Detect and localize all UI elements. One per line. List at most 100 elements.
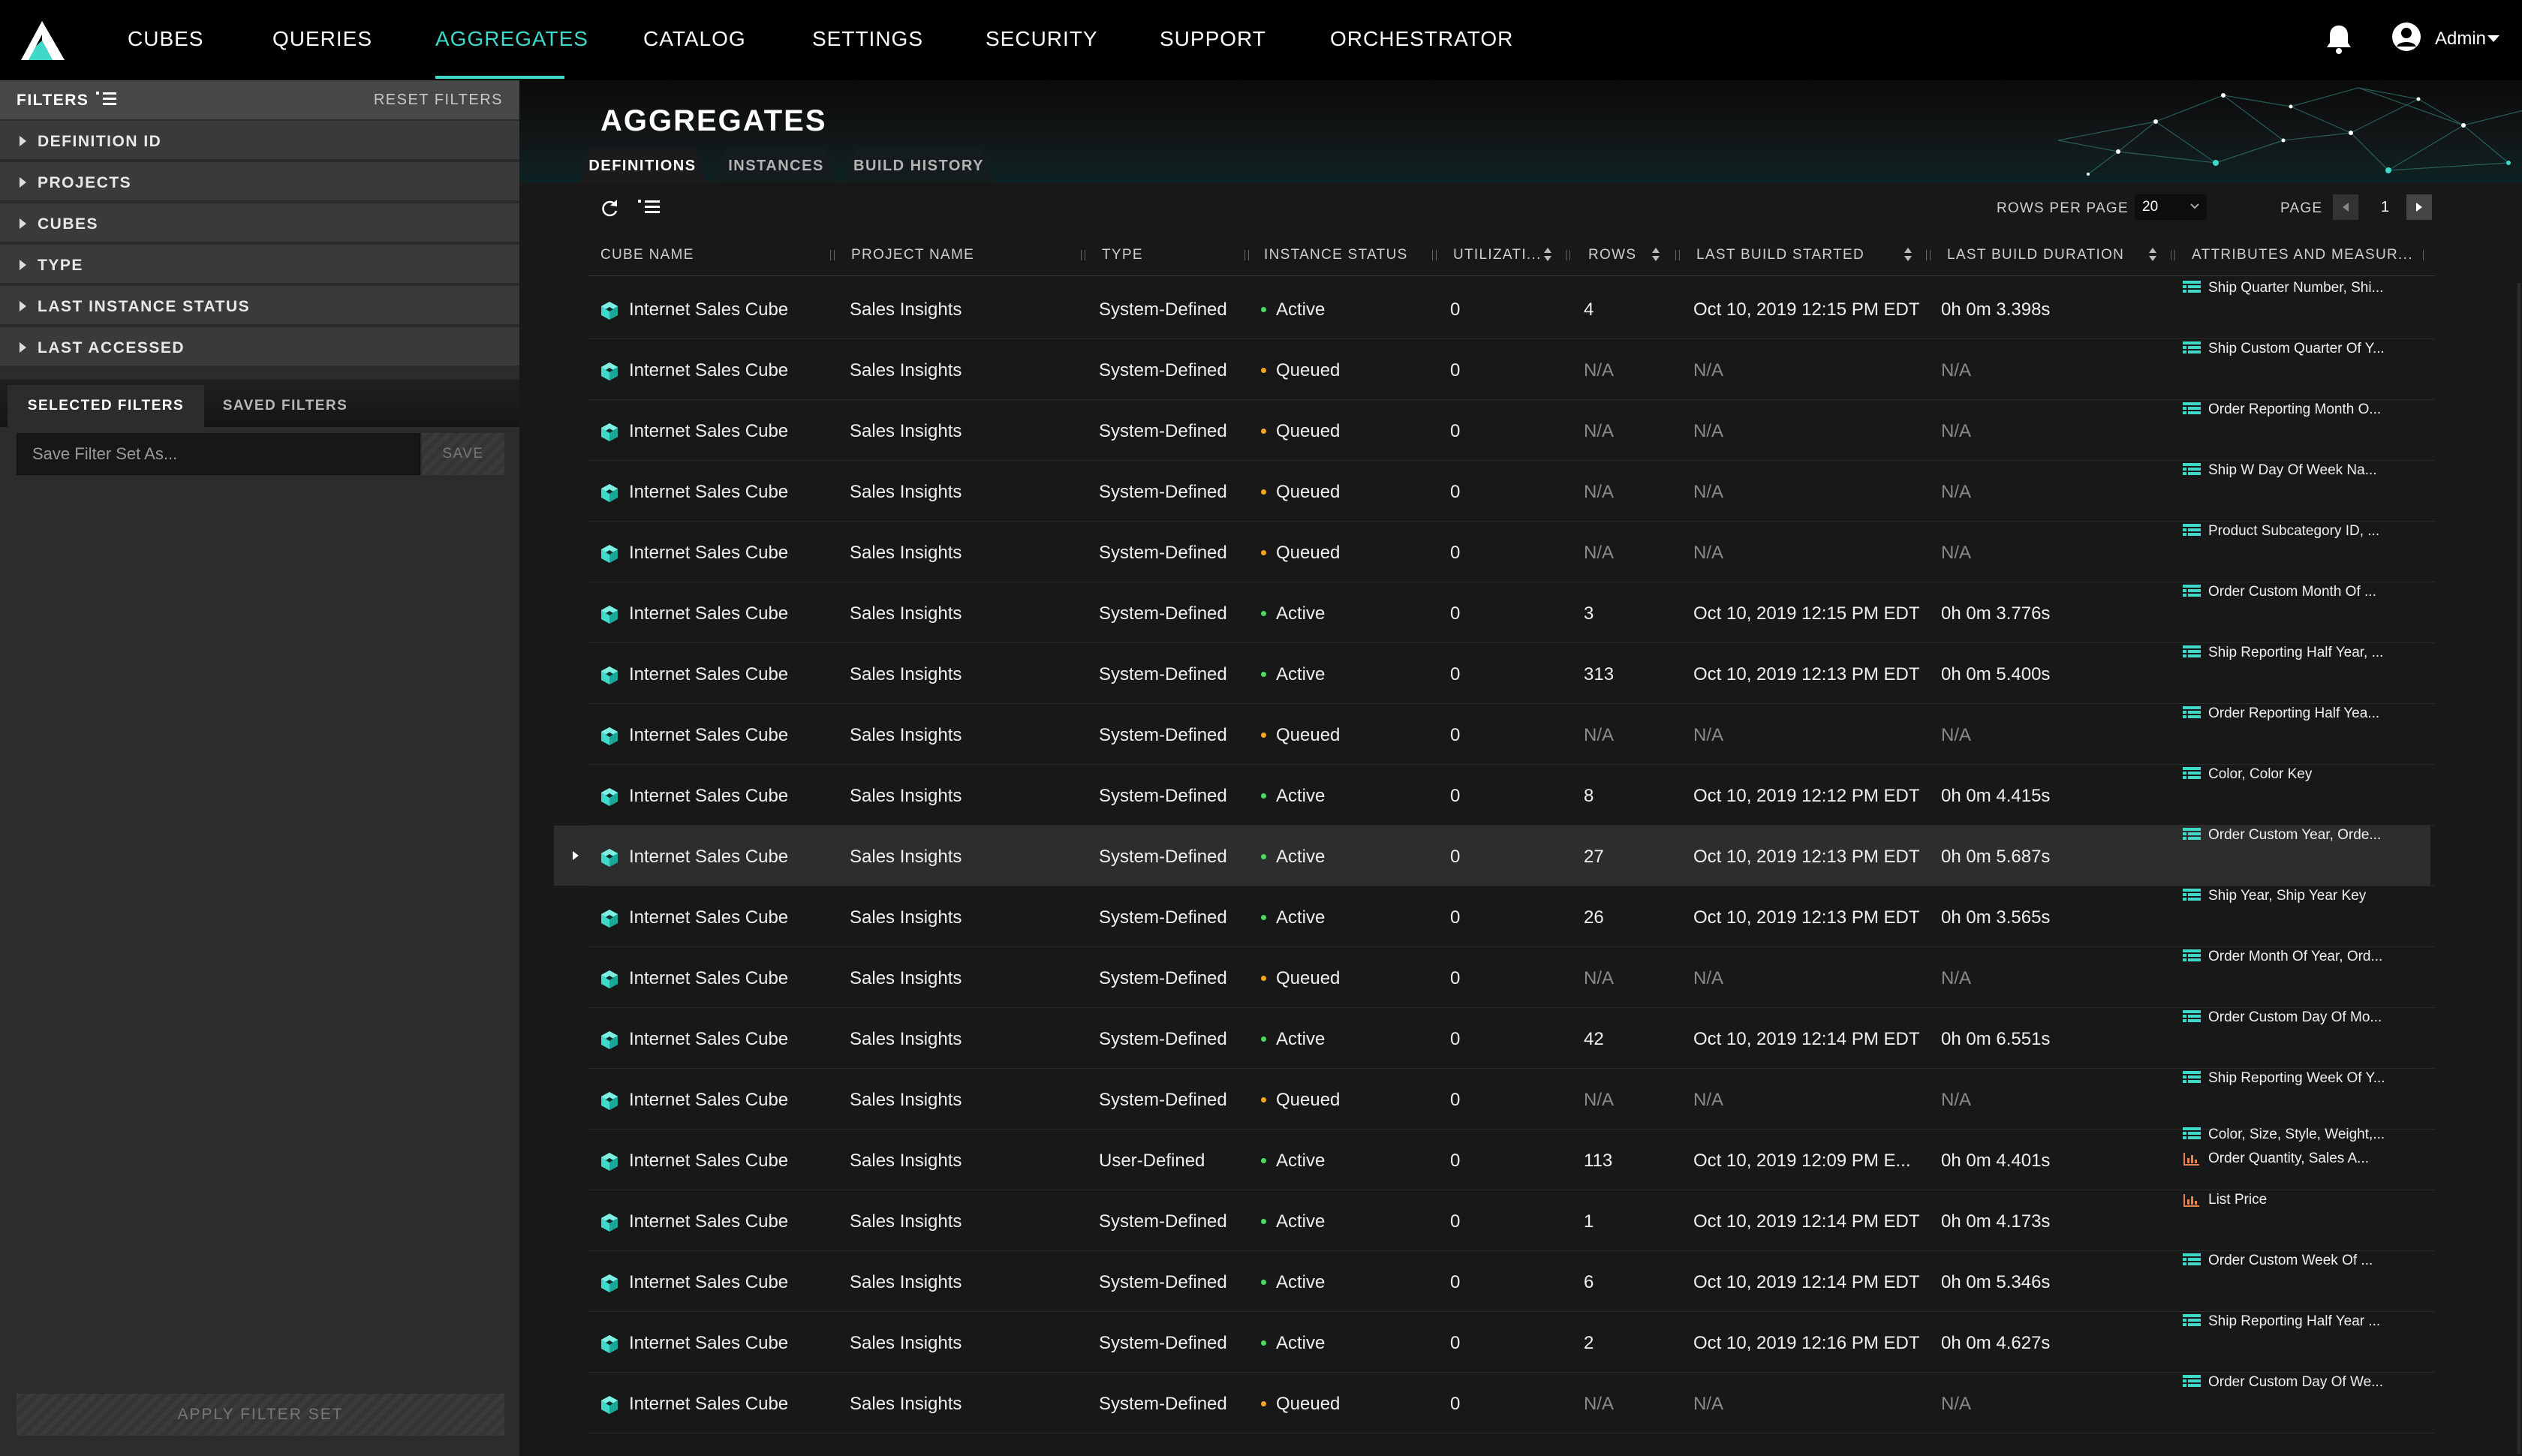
column-resize-handle[interactable]	[2423, 250, 2427, 260]
measures-cell[interactable]: List Price	[2183, 1192, 2267, 1208]
table-row[interactable]: Internet Sales Cube Sales Insights System-…	[519, 1251, 2522, 1312]
table-row[interactable]: Internet Sales Cube Sales Insights System-…	[519, 522, 2522, 582]
apply-filter-set-button[interactable]: APPLY FILTER SET	[17, 1394, 504, 1436]
attributes-cell[interactable]: Order Reporting Half Yea...	[2183, 705, 2379, 722]
user-icon[interactable]	[2391, 22, 2421, 52]
attributes-cell[interactable]: Ship Reporting Half Year, ...	[2183, 645, 2383, 661]
table-row[interactable]: Internet Sales Cube Sales Insights System-…	[519, 1312, 2522, 1373]
attributes-cell[interactable]: Order Custom Day Of Mo...	[2183, 1009, 2382, 1026]
table-row[interactable]: Internet Sales Cube Sales Insights System-…	[519, 278, 2522, 339]
table-row[interactable]: Internet Sales Cube Sales Insights System-…	[519, 461, 2522, 522]
attributes-cell[interactable]: Color, Color Key	[2183, 766, 2312, 783]
table-row[interactable]: Internet Sales Cube Sales Insights System-…	[519, 704, 2522, 765]
attributes-cell[interactable]: Order Custom Day Of We...	[2183, 1374, 2383, 1391]
logo-icon[interactable]	[18, 20, 66, 62]
rows-per-page-select[interactable]: 20	[2135, 194, 2207, 220]
save-button[interactable]: SAVE	[422, 433, 504, 475]
cube-name-cell[interactable]: Internet Sales Cube	[629, 907, 788, 928]
column-resize-handle[interactable]	[1926, 250, 1931, 260]
nav-security[interactable]: SECURITY	[986, 27, 1098, 51]
column-resize-handle[interactable]	[1675, 250, 1680, 260]
tab-saved-filters[interactable]: SAVED FILTERS	[204, 385, 366, 427]
nav-settings[interactable]: SETTINGS	[812, 27, 923, 51]
col-project-name[interactable]: PROJECT NAME	[851, 247, 974, 263]
attributes-cell[interactable]: Ship Custom Quarter Of Y...	[2183, 341, 2385, 357]
cube-name-cell[interactable]: Internet Sales Cube	[629, 603, 788, 624]
col-utilization[interactable]: UTILIZATI...	[1453, 247, 1542, 263]
nav-orchestrator[interactable]: ORCHESTRATOR	[1330, 27, 1513, 51]
table-row[interactable]: Internet Sales Cube Sales Insights System-…	[519, 886, 2522, 947]
tab-build-history[interactable]: BUILD HISTORY	[844, 149, 994, 182]
cube-name-cell[interactable]: Internet Sales Cube	[629, 1090, 788, 1111]
attributes-cell[interactable]: Color, Size, Style, Weight,...	[2183, 1127, 2385, 1143]
cube-name-cell[interactable]: Internet Sales Cube	[629, 1333, 788, 1354]
column-resize-handle[interactable]	[830, 250, 835, 260]
attributes-cell[interactable]: Ship W Day Of Week Na...	[2183, 462, 2377, 479]
attributes-cell[interactable]: Order Month Of Year, Ord...	[2183, 949, 2382, 965]
filter-last-accessed[interactable]: LAST ACCESSED	[0, 327, 519, 367]
reset-filters-button[interactable]: RESET FILTERS	[374, 92, 503, 109]
page-number[interactable]: 1	[2381, 199, 2389, 216]
filter-cubes[interactable]: CUBES	[0, 203, 519, 243]
cube-name-cell[interactable]: Internet Sales Cube	[629, 1394, 788, 1415]
attributes-cell[interactable]: Order Reporting Month O...	[2183, 402, 2381, 418]
cube-name-cell[interactable]: Internet Sales Cube	[629, 968, 788, 989]
cube-name-cell[interactable]: Internet Sales Cube	[629, 421, 788, 442]
filter-definition-id[interactable]: DEFINITION ID	[0, 121, 519, 161]
next-page-button[interactable]	[2406, 194, 2432, 220]
attributes-cell[interactable]: Ship Reporting Week Of Y...	[2183, 1070, 2385, 1087]
cube-name-cell[interactable]: Internet Sales Cube	[629, 1211, 788, 1232]
attributes-cell[interactable]: Product Subcategory ID, ...	[2183, 523, 2379, 540]
attributes-cell[interactable]: Ship Quarter Number, Shi...	[2183, 280, 2383, 296]
measures-cell[interactable]: Order Quantity, Sales A...	[2183, 1151, 2369, 1167]
caret-down-icon[interactable]	[2487, 35, 2499, 42]
table-row[interactable]: Internet Sales Cube Sales Insights User-De…	[519, 1127, 2522, 1190]
column-resize-handle[interactable]	[1244, 250, 1249, 260]
col-last-build-started[interactable]: LAST BUILD STARTED	[1696, 247, 1864, 263]
nav-support[interactable]: SUPPORT	[1160, 27, 1266, 51]
attributes-cell[interactable]: Order Custom Week Of ...	[2183, 1253, 2373, 1269]
cube-name-cell[interactable]: Internet Sales Cube	[629, 786, 788, 807]
cube-name-cell[interactable]: Internet Sales Cube	[629, 360, 788, 381]
table-row[interactable]: Internet Sales Cube Sales Insights System-…	[519, 826, 2522, 886]
expand-row-icon[interactable]	[573, 851, 579, 860]
cube-name-cell[interactable]: Internet Sales Cube	[629, 1029, 788, 1050]
tab-definitions[interactable]: DEFINITIONS	[579, 149, 706, 182]
table-row[interactable]: Internet Sales Cube Sales Insights System-…	[519, 1190, 2522, 1251]
cube-name-cell[interactable]: Internet Sales Cube	[629, 725, 788, 746]
attributes-cell[interactable]: Ship Year, Ship Year Key	[2183, 888, 2366, 904]
cube-name-cell[interactable]: Internet Sales Cube	[629, 1151, 788, 1172]
table-row[interactable]: Internet Sales Cube Sales Insights System-…	[519, 643, 2522, 704]
filter-type[interactable]: TYPE	[0, 245, 519, 284]
nav-catalog[interactable]: CATALOG	[643, 27, 746, 51]
table-row[interactable]: Internet Sales Cube Sales Insights System-…	[519, 1373, 2522, 1433]
prev-page-button[interactable]	[2333, 194, 2358, 220]
filter-projects[interactable]: PROJECTS	[0, 162, 519, 202]
table-row[interactable]: Internet Sales Cube Sales Insights System-…	[519, 1069, 2522, 1130]
col-last-build-duration[interactable]: LAST BUILD DURATION	[1947, 247, 2124, 263]
tab-selected-filters[interactable]: SELECTED FILTERS	[8, 385, 204, 427]
col-rows[interactable]: ROWS	[1588, 247, 1636, 263]
column-resize-handle[interactable]	[1081, 250, 1085, 260]
column-resize-handle[interactable]	[2171, 250, 2175, 260]
table-row[interactable]: Internet Sales Cube Sales Insights System-…	[519, 339, 2522, 400]
table-row[interactable]: Internet Sales Cube Sales Insights System-…	[519, 400, 2522, 461]
cube-name-cell[interactable]: Internet Sales Cube	[629, 482, 788, 503]
save-filter-set-input[interactable]	[17, 433, 420, 475]
attributes-cell[interactable]: Order Custom Year, Orde...	[2183, 827, 2381, 844]
table-row[interactable]: Internet Sales Cube Sales Insights System-…	[519, 582, 2522, 643]
nav-aggregates[interactable]: AGGREGATES	[435, 27, 588, 51]
sort-icon[interactable]	[2148, 247, 2157, 262]
refresh-icon[interactable]	[599, 197, 620, 218]
scrollbar[interactable]	[2517, 283, 2520, 1454]
column-resize-handle[interactable]	[1432, 250, 1437, 260]
col-attributes-and-measures[interactable]: ATTRIBUTES AND MEASUR...	[2192, 247, 2413, 263]
nav-queries[interactable]: QUERIES	[272, 27, 372, 51]
cube-name-cell[interactable]: Internet Sales Cube	[629, 299, 788, 320]
sort-icon[interactable]	[1651, 247, 1660, 262]
cube-name-cell[interactable]: Internet Sales Cube	[629, 543, 788, 564]
filter-last-instance-status[interactable]: LAST INSTANCE STATUS	[0, 286, 519, 326]
table-row[interactable]: Internet Sales Cube Sales Insights System-…	[519, 1008, 2522, 1069]
sort-icon[interactable]	[1904, 247, 1913, 262]
cube-name-cell[interactable]: Internet Sales Cube	[629, 664, 788, 685]
